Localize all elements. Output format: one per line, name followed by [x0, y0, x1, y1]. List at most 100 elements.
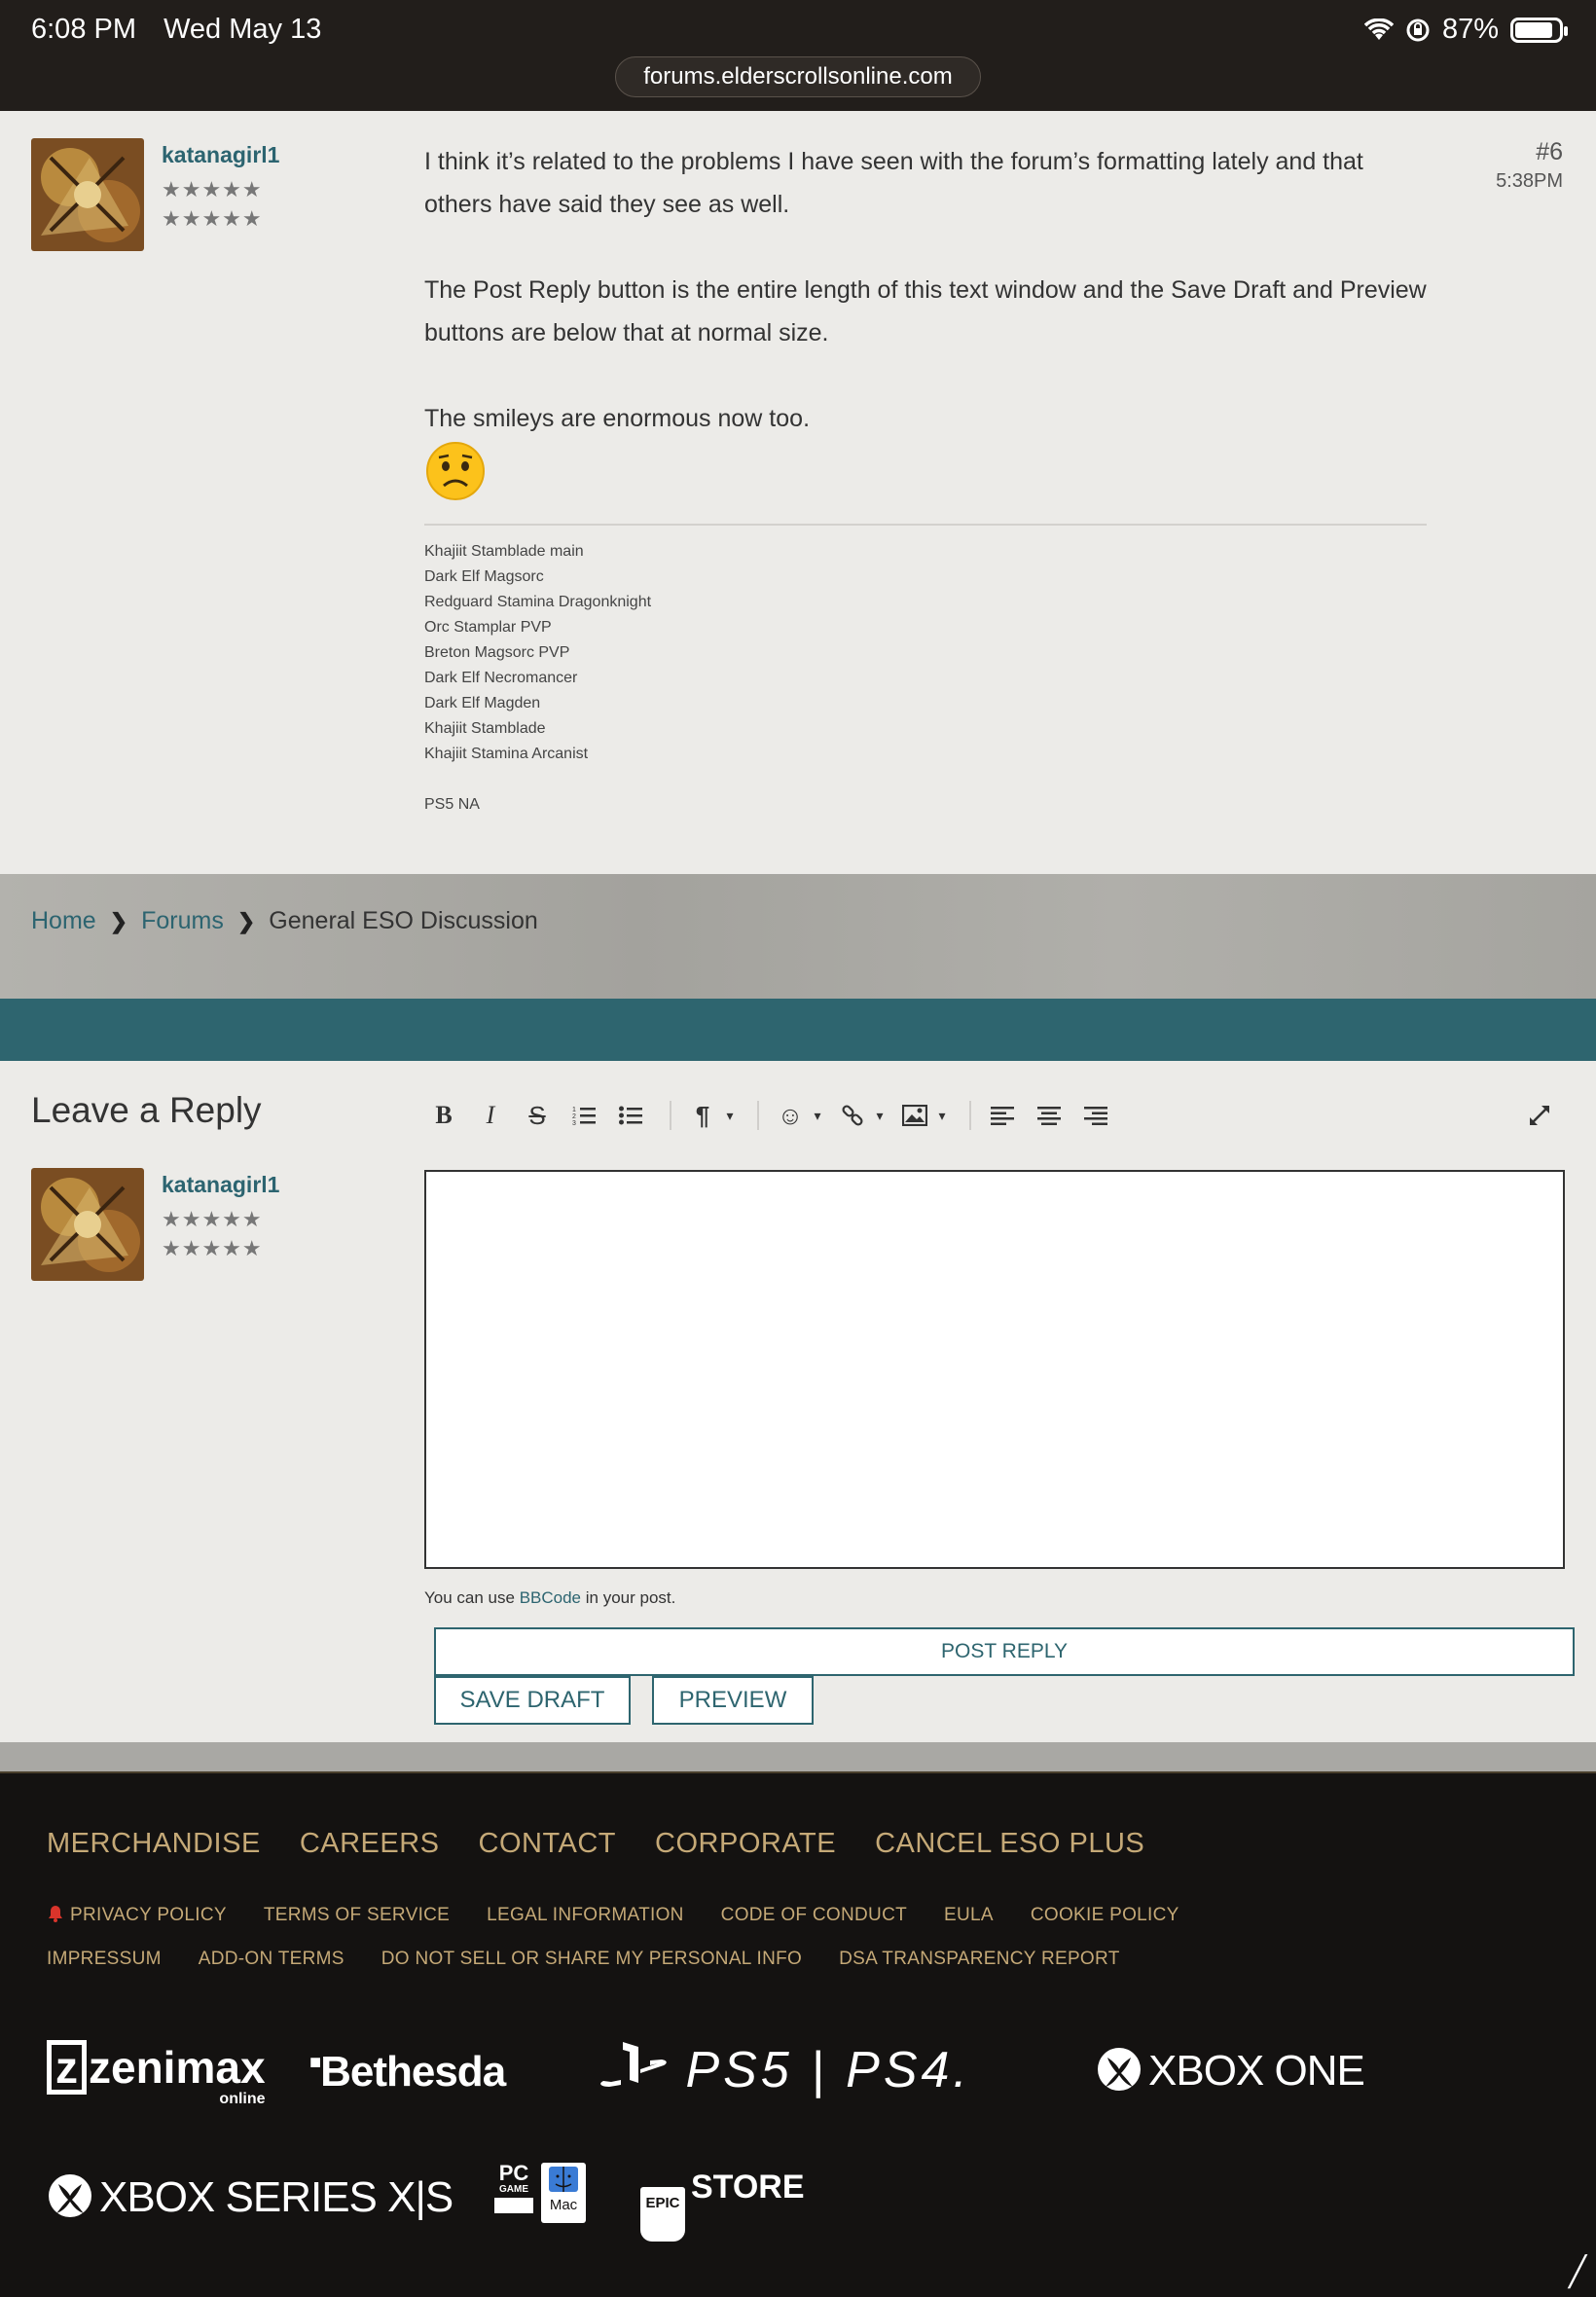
align-left-icon: [991, 1107, 1014, 1125]
ordered-list-icon: 123: [572, 1107, 596, 1126]
svg-text:2: 2: [572, 1113, 576, 1120]
unordered-list-button[interactable]: [611, 1096, 650, 1135]
post-time: 5:38PM: [1496, 170, 1563, 192]
breadcrumb-current[interactable]: General ESO Discussion: [269, 907, 538, 935]
link-button[interactable]: [833, 1096, 872, 1135]
footer-link-addon-terms[interactable]: ADD-ON TERMS: [199, 1946, 345, 1972]
reply-textarea[interactable]: [424, 1170, 1565, 1569]
signature-line: Redguard Stamina Dragonknight: [424, 594, 652, 610]
rotation-lock-icon: [1406, 18, 1430, 41]
author-rank-stars: ★★★★★ ★★★★★: [162, 175, 263, 234]
chevron-right-icon: ❯: [109, 908, 128, 933]
footer-nav-contact[interactable]: CONTACT: [479, 1828, 617, 1860]
footer-link-terms[interactable]: TERMS OF SERVICE: [264, 1902, 450, 1928]
footer-logos-row-1: z zenimax online ■Bethesda PS5 | PS4. XBO…: [47, 2036, 1565, 2114]
signature-line: Dark Elf Magden: [424, 695, 541, 711]
pc-sub: GAME: [499, 2184, 528, 2195]
align-center-icon: [1037, 1107, 1061, 1125]
align-left-button[interactable]: [983, 1096, 1022, 1135]
save-draft-button[interactable]: SAVE DRAFT: [434, 1676, 631, 1725]
preview-button[interactable]: PREVIEW: [652, 1676, 814, 1725]
footer-link-cookie-policy[interactable]: COOKIE POLICY: [1031, 1902, 1179, 1928]
reply-section: Leave a Reply katanagirl1 ★★★★★ ★★★★★ B …: [0, 1061, 1596, 1742]
paragraph-format-button[interactable]: ¶: [683, 1096, 722, 1135]
divider-bar: [0, 999, 1596, 1061]
strikethrough-button[interactable]: S: [518, 1096, 557, 1135]
footer-link-eula[interactable]: EULA: [944, 1902, 994, 1928]
dvd-rom-badge: [494, 2198, 533, 2213]
post-author[interactable]: katanagirl1: [162, 142, 279, 168]
ordered-list-button[interactable]: 123: [564, 1096, 603, 1135]
signature: Khajiit Stamblade main Dark Elf Magsorc …: [424, 524, 1427, 818]
footer-nav-corporate[interactable]: CORPORATE: [655, 1828, 836, 1860]
unordered-list-icon: [619, 1106, 642, 1125]
playstation-wordmark: PS5 | PS4.: [685, 2042, 971, 2098]
signature-line: Orc Stamplar PVP: [424, 619, 552, 636]
wifi-icon: [1363, 18, 1394, 40]
footer-link-impressum[interactable]: IMPRESSUM: [47, 1946, 162, 1972]
post-paragraph: I think it’s related to the problems I h…: [424, 148, 1363, 218]
image-button[interactable]: [895, 1096, 934, 1135]
site-footer: MERCHANDISE CAREERS CONTACT CORPORATE CA…: [0, 1771, 1596, 2297]
bold-button[interactable]: B: [424, 1096, 463, 1135]
emoji-button[interactable]: ☺: [771, 1096, 810, 1135]
footer-nav-careers[interactable]: CAREERS: [300, 1828, 440, 1860]
italic-button[interactable]: I: [471, 1096, 510, 1135]
post-reply-button[interactable]: POST REPLY: [434, 1627, 1575, 1676]
footer-logos-row-2: XBOX SERIES X|S PC GAME Mac EPIC STORE: [47, 2163, 1565, 2242]
mac-label: Mac: [549, 2197, 578, 2213]
zenimax-wordmark: zenimax: [89, 2042, 266, 2093]
zenimax-online-logo[interactable]: z zenimax online: [47, 2040, 266, 2107]
pc-label: PC: [498, 2161, 529, 2185]
bethesda-logo[interactable]: ■Bethesda: [309, 2048, 506, 2096]
zenimax-z-mark: z: [47, 2040, 87, 2095]
bbcode-hint: You can use BBCode in your post.: [424, 1588, 675, 1608]
footer-link-privacy[interactable]: PRIVACY POLICY: [47, 1902, 227, 1928]
footer-nav-merchandise[interactable]: MERCHANDISE: [47, 1828, 261, 1860]
reply-title: Leave a Reply: [31, 1090, 262, 1130]
post-number[interactable]: #6: [1496, 138, 1563, 166]
footer-legal-links: PRIVACY POLICY TERMS OF SERVICE LEGAL IN…: [47, 1902, 1273, 1972]
chevron-right-icon: ❯: [236, 908, 256, 933]
breadcrumb-forums[interactable]: Forums: [141, 907, 224, 935]
post-paragraph: The Post Reply button is the entire leng…: [424, 276, 1427, 346]
author-rank-stars: ★★★★★ ★★★★★: [162, 1205, 263, 1263]
footer-link-do-not-sell[interactable]: DO NOT SELL OR SHARE MY PERSONAL INFO: [381, 1946, 802, 1972]
signature-line: Khajiit Stamblade: [424, 720, 546, 737]
divider-strip: [0, 1742, 1596, 1771]
bell-icon: [49, 1906, 62, 1922]
avatar[interactable]: [31, 138, 144, 251]
chevron-down-icon[interactable]: ▾: [934, 1096, 950, 1135]
xbox-icon: [49, 2174, 91, 2217]
xbox-one-logo[interactable]: XBOX ONE: [1096, 2046, 1365, 2096]
avatar[interactable]: [31, 1168, 144, 1281]
xbox-series-wordmark: XBOX SERIES X|S: [99, 2173, 453, 2221]
fullscreen-button[interactable]: [1520, 1096, 1559, 1135]
breadcrumb-home[interactable]: Home: [31, 907, 96, 935]
xbox-series-logo[interactable]: XBOX SERIES X|S: [47, 2172, 453, 2222]
footer-nav-cancel-eso-plus[interactable]: CANCEL ESO PLUS: [875, 1828, 1144, 1860]
signature-line: Breton Magsorc PVP: [424, 644, 570, 661]
footer-link-dsa[interactable]: DSA TRANSPARENCY REPORT: [839, 1946, 1119, 1972]
footer-nav: MERCHANDISE CAREERS CONTACT CORPORATE CA…: [47, 1828, 1144, 1860]
chevron-down-icon[interactable]: ▾: [872, 1096, 888, 1135]
align-right-icon: [1084, 1107, 1107, 1125]
reply-author[interactable]: katanagirl1: [162, 1172, 279, 1198]
bbcode-link[interactable]: BBCode: [520, 1588, 581, 1607]
pc-mac-logo[interactable]: PC GAME Mac: [494, 2163, 586, 2223]
expand-icon: [1530, 1106, 1549, 1125]
post-paragraph: The smileys are enormous now too.: [424, 405, 811, 432]
align-center-button[interactable]: [1030, 1096, 1069, 1135]
chevron-down-icon[interactable]: ▾: [810, 1096, 825, 1135]
sad-face-emoji-icon: [426, 442, 485, 500]
chevron-down-icon[interactable]: ▾: [722, 1096, 738, 1135]
url-bar[interactable]: forums.elderscrollsonline.com: [615, 56, 981, 97]
epic-store-logo[interactable]: EPIC STORE: [640, 2169, 805, 2242]
status-right: 87%: [1363, 14, 1568, 46]
mac-finder-icon: [549, 2167, 578, 2192]
footer-link-code-of-conduct[interactable]: CODE OF CONDUCT: [721, 1902, 907, 1928]
align-right-button[interactable]: [1076, 1096, 1115, 1135]
footer-link-legal[interactable]: LEGAL INFORMATION: [487, 1902, 684, 1928]
playstation-logo[interactable]: PS5 | PS4.: [599, 2040, 971, 2099]
hint-text: You can use: [424, 1588, 520, 1607]
